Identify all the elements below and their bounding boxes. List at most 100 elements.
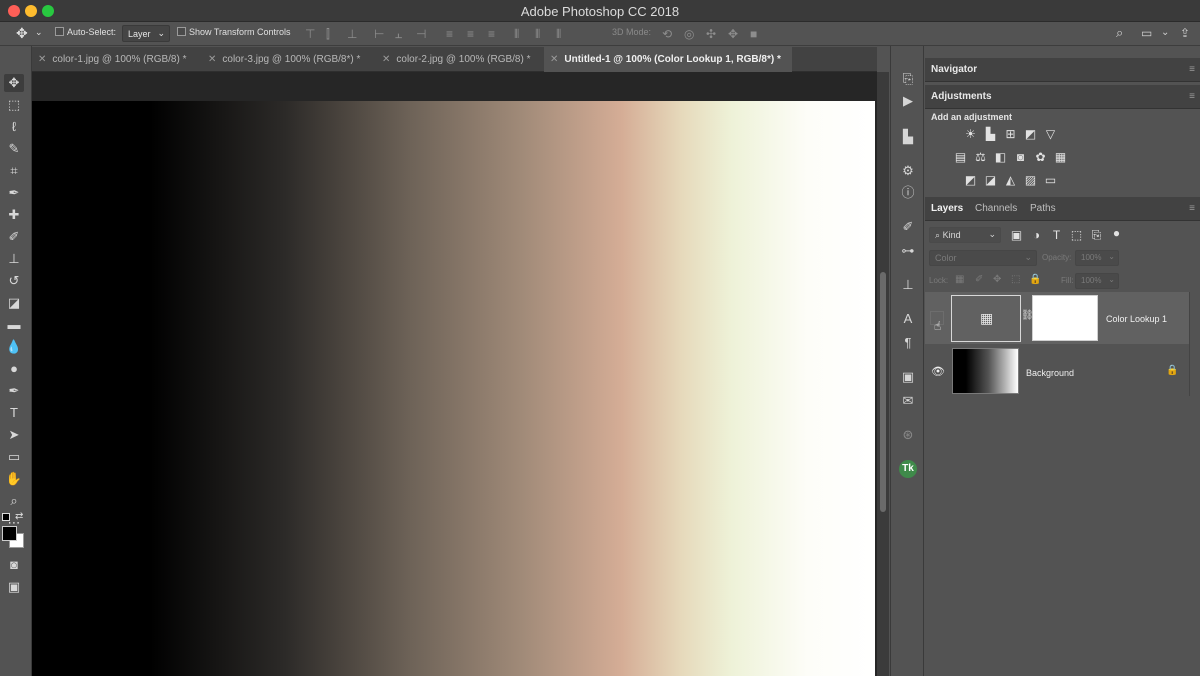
quick-select-tool-icon[interactable]: ✎ — [4, 140, 24, 158]
blend-mode-dropdown[interactable]: Color ⌄ — [929, 250, 1037, 266]
properties-icon[interactable]: ⚙ — [899, 162, 917, 180]
color-balance-icon[interactable]: ⚖ — [973, 151, 988, 164]
lock-transparent-icon[interactable]: ▦ — [955, 274, 964, 285]
layer-row-background[interactable]: 👁 Background 🔒 — [925, 346, 1189, 398]
selective-color-icon[interactable]: ▨ — [1023, 174, 1038, 187]
history-icon[interactable]: ⎘ — [899, 70, 917, 88]
workspace-icon[interactable]: ▭ — [1141, 26, 1152, 40]
pen-tool-icon[interactable]: ✒ — [4, 382, 24, 400]
close-icon[interactable]: ✕ — [550, 54, 558, 65]
lasso-tool-icon[interactable]: ℓ — [4, 118, 24, 136]
distribute-bottom-icon[interactable]: ≡ — [488, 27, 495, 41]
adjustments-sliders-icon[interactable]: ⊶ — [899, 242, 917, 260]
dodge-tool-icon[interactable]: ● — [4, 360, 24, 378]
paragraph-icon[interactable]: ¶ — [899, 334, 917, 352]
opacity-field[interactable]: 100% ⌄ — [1075, 250, 1119, 266]
document-canvas[interactable] — [32, 101, 875, 676]
align-right-icon[interactable]: ⊣ — [416, 27, 426, 41]
channel-mixer-icon[interactable]: ✿ — [1033, 151, 1048, 164]
filter-toggle-icon[interactable]: ● — [1109, 227, 1124, 240]
foreground-color-swatch[interactable] — [2, 526, 17, 541]
scrollbar-thumb[interactable] — [880, 272, 886, 512]
type-tool-icon[interactable]: T — [4, 404, 24, 422]
adjustment-thumbnail[interactable]: ▦ — [951, 295, 1021, 342]
close-icon[interactable]: ✕ — [38, 54, 46, 65]
threshold-icon[interactable]: ◭ — [1003, 174, 1018, 187]
brush-tool-icon[interactable]: ✐ — [4, 228, 24, 246]
default-colors-icon[interactable] — [2, 513, 10, 521]
invert-icon[interactable]: ◩ — [963, 174, 978, 187]
layer-filter-dropdown[interactable]: ⌕ Kind ⌄ — [929, 227, 1001, 243]
clone-source-icon[interactable]: ⊥ — [899, 276, 917, 294]
brightness-contrast-icon[interactable]: ☀ — [963, 128, 978, 141]
eraser-tool-icon[interactable]: ◪ — [4, 294, 24, 312]
info-icon[interactable]: ⓘ — [899, 184, 917, 202]
hand-tool-icon[interactable]: ✋ — [4, 470, 24, 488]
screen-mode-icon[interactable]: ▣ — [4, 578, 24, 596]
3d-scale-icon[interactable]: ■ — [750, 27, 757, 41]
filter-pixel-icon[interactable]: ▣ — [1009, 229, 1024, 242]
search-icon[interactable]: ⌕ — [1116, 25, 1123, 41]
brush-settings-icon[interactable]: ✐ — [899, 218, 917, 236]
distribute-top-icon[interactable]: ≡ — [446, 27, 453, 41]
align-bottom-icon[interactable]: ⊥ — [347, 27, 357, 41]
path-selection-tool-icon[interactable]: ➤ — [4, 426, 24, 444]
notes-icon[interactable]: ✉ — [899, 392, 917, 410]
tab-paths[interactable]: Paths — [1030, 203, 1056, 214]
character-icon[interactable]: A — [899, 310, 917, 328]
align-left-icon[interactable]: ⊢ — [374, 27, 384, 41]
libraries-icon[interactable]: ▣ — [899, 368, 917, 386]
tk-panel-icon[interactable]: Tk — [899, 460, 917, 478]
layer-mask-thumbnail[interactable] — [1032, 295, 1098, 341]
panel-menu-icon[interactable]: ≡ — [1189, 64, 1195, 75]
adjustments-panel-header[interactable]: Adjustments ≡ — [925, 85, 1200, 109]
photo-filter-icon[interactable]: ◙ — [1013, 151, 1028, 164]
filter-shape-icon[interactable]: ⬚ — [1069, 229, 1084, 242]
tab-color-1[interactable]: ✕ color-1.jpg @ 100% (RGB/8) * — [34, 47, 186, 72]
distribute-left-icon[interactable]: ⦀ — [514, 27, 519, 42]
history-brush-tool-icon[interactable]: ↺ — [4, 272, 24, 290]
align-hcenter-icon[interactable]: ⫠ — [395, 27, 402, 42]
tab-untitled-1[interactable]: ✕ Untitled-1 @ 100% (Color Lookup 1, RGB/… — [544, 47, 792, 73]
3d-rotate-icon[interactable]: ⟲ — [662, 27, 672, 41]
levels-icon[interactable]: ▙ — [983, 128, 998, 141]
distribute-vcenter-icon[interactable]: ≡ — [467, 27, 474, 41]
distribute-hcenter-icon[interactable]: ⦀ — [535, 27, 540, 42]
panel-menu-icon[interactable]: ≡ — [1189, 203, 1195, 214]
distribute-right-icon[interactable]: ⦀ — [556, 27, 561, 42]
gradient-map-icon[interactable]: ▭ — [1043, 174, 1058, 187]
lock-position-icon[interactable]: ✥ — [993, 274, 1001, 285]
layer-thumbnail[interactable] — [952, 348, 1019, 394]
rectangle-tool-icon[interactable]: ▭ — [4, 448, 24, 466]
auto-select-dropdown[interactable]: Layer ⌄ — [122, 25, 170, 42]
lock-image-icon[interactable]: ✐ — [975, 274, 983, 285]
filter-smart-object-icon[interactable]: ⎘ — [1089, 229, 1104, 242]
black-white-icon[interactable]: ◧ — [993, 151, 1008, 164]
close-icon[interactable]: ✕ — [208, 54, 216, 65]
marquee-tool-icon[interactable]: ⬚ — [4, 96, 24, 114]
panel-menu-icon[interactable]: ≡ — [1189, 91, 1195, 102]
move-tool-icon[interactable]: ✥ — [4, 74, 24, 92]
tab-layers[interactable]: Layers — [931, 203, 963, 214]
plugin-icon[interactable]: ⊛ — [899, 426, 917, 444]
eyedropper-tool-icon[interactable]: ✒ — [4, 184, 24, 202]
lock-icon[interactable]: 🔒 — [1166, 365, 1178, 376]
tab-channels[interactable]: Channels — [975, 203, 1017, 214]
align-top-icon[interactable]: ⊤ — [305, 27, 315, 41]
chevron-down-icon[interactable]: ⌄ — [35, 27, 43, 38]
chevron-down-icon[interactable]: ⌄ — [1161, 27, 1169, 38]
actions-play-icon[interactable]: ▶ — [899, 92, 917, 110]
navigator-panel-header[interactable]: Navigator ≡ — [925, 58, 1200, 82]
fill-field[interactable]: 100% ⌄ — [1075, 273, 1119, 289]
quick-mask-icon[interactable]: ◙ — [4, 556, 24, 574]
auto-select-checkbox[interactable]: Auto-Select: — [55, 27, 116, 37]
histogram-icon[interactable]: ▙ — [899, 128, 917, 146]
align-vcenter-icon[interactable]: ⫿ — [326, 27, 330, 42]
3d-slide-icon[interactable]: ✥ — [728, 27, 738, 41]
vibrance-icon[interactable]: ▽ — [1043, 128, 1058, 141]
eye-icon[interactable]: 👁 — [931, 365, 945, 378]
layer-row-color-lookup[interactable]: ☝ ▦ ⛓ Color Lookup 1 — [925, 292, 1189, 344]
close-icon[interactable]: ✕ — [382, 54, 390, 65]
zoom-tool-icon[interactable]: ⌕ — [4, 492, 24, 510]
show-transform-checkbox[interactable]: Show Transform Controls — [177, 27, 291, 37]
